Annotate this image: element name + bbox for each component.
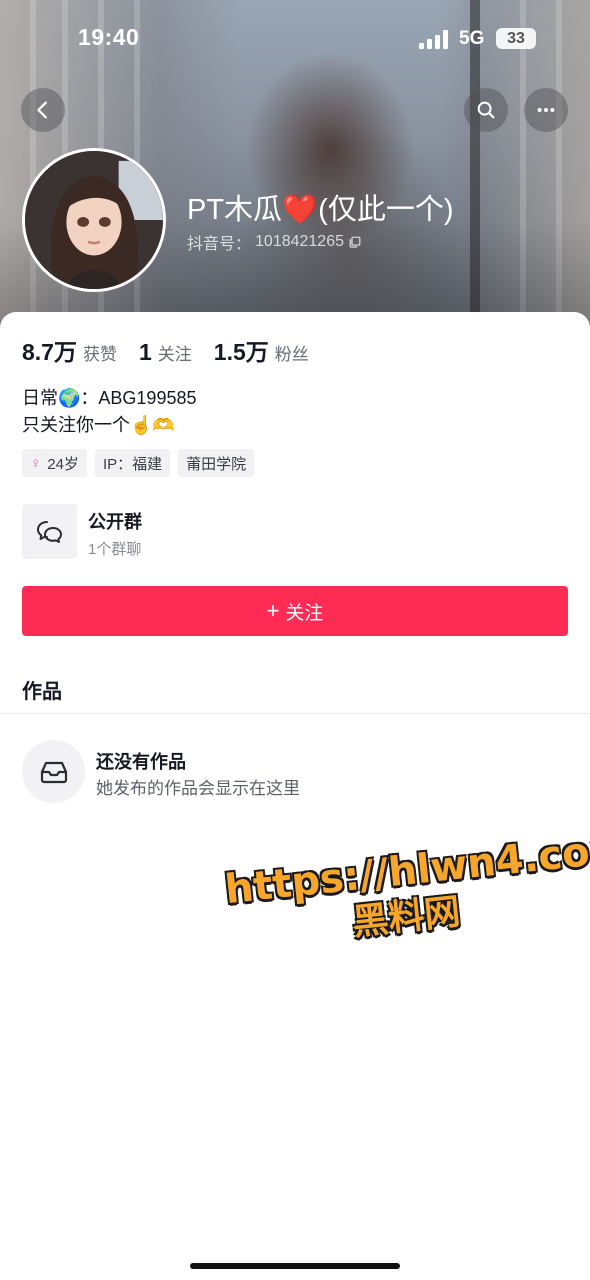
avatar[interactable] (22, 148, 166, 292)
empty-works-subtitle: 她发布的作品会显示在这里 (96, 779, 300, 798)
follow-label: 关注 (285, 602, 324, 624)
back-button[interactable] (21, 88, 65, 132)
bio-line-2: 只关注你一个☝️🫶 (22, 415, 175, 435)
stats-row: 8.7万 获赞 1 关注 1.5万 粉丝 (22, 333, 331, 367)
likes-count[interactable]: 8.7万 (22, 333, 77, 367)
chat-bubble-icon (36, 520, 62, 543)
followers-count[interactable]: 1.5万 (214, 333, 269, 367)
douyin-id-value: 1018421265 (255, 233, 344, 250)
followers-label[interactable]: 粉丝 (275, 340, 309, 365)
copy-icon[interactable] (348, 235, 362, 249)
likes-label[interactable]: 获赞 (83, 340, 117, 365)
female-icon: ♀ (30, 454, 42, 472)
profile-tags: ♀ 24岁 IP：福建 莆田学院 (22, 449, 255, 477)
age-label: 24岁 (47, 455, 79, 473)
more-icon (537, 107, 555, 113)
following-label[interactable]: 关注 (158, 340, 192, 365)
signal-icon (419, 29, 449, 49)
group-title[interactable]: 公开群 (88, 508, 142, 534)
ip-label: IP：福建 (102, 455, 163, 473)
empty-inbox-icon-wrap (22, 740, 85, 803)
network-type: 5G (459, 28, 485, 49)
chevron-left-icon (37, 101, 47, 119)
works-tab[interactable]: 作品 (22, 675, 62, 704)
battery-icon: 33 (496, 28, 536, 49)
douyin-id-row[interactable]: 抖音号： 1018421265 (187, 230, 362, 254)
group-subtitle: 1个群聊 (88, 541, 142, 558)
avatar-image (25, 151, 163, 289)
group-chat-entry[interactable] (22, 504, 77, 559)
following-count[interactable]: 1 (139, 339, 152, 366)
douyin-id-label: 抖音号： (187, 236, 252, 253)
divider (0, 713, 590, 714)
school-label: 莆田学院 (186, 455, 247, 473)
inbox-icon (40, 761, 67, 783)
more-button[interactable] (524, 88, 568, 132)
profile-nickname: PT木瓜❤️(仅此一个) (187, 194, 454, 226)
ip-tag: IP：福建 (94, 449, 171, 477)
search-icon (477, 101, 495, 119)
bio-line-1: 日常🌍：ABG199585 (22, 388, 197, 408)
search-button[interactable] (464, 88, 508, 132)
school-tag[interactable]: 莆田学院 (178, 449, 255, 477)
home-indicator[interactable] (190, 1263, 400, 1269)
plus-icon: + (266, 598, 280, 623)
follow-button[interactable]: + 关注 (22, 586, 568, 636)
empty-works-title: 还没有作品 (96, 752, 186, 772)
status-time: 19:40 (78, 24, 140, 50)
bio: 日常🌍：ABG199585 只关注你一个☝️🫶 (22, 385, 197, 439)
age-tag: ♀ 24岁 (22, 449, 87, 477)
